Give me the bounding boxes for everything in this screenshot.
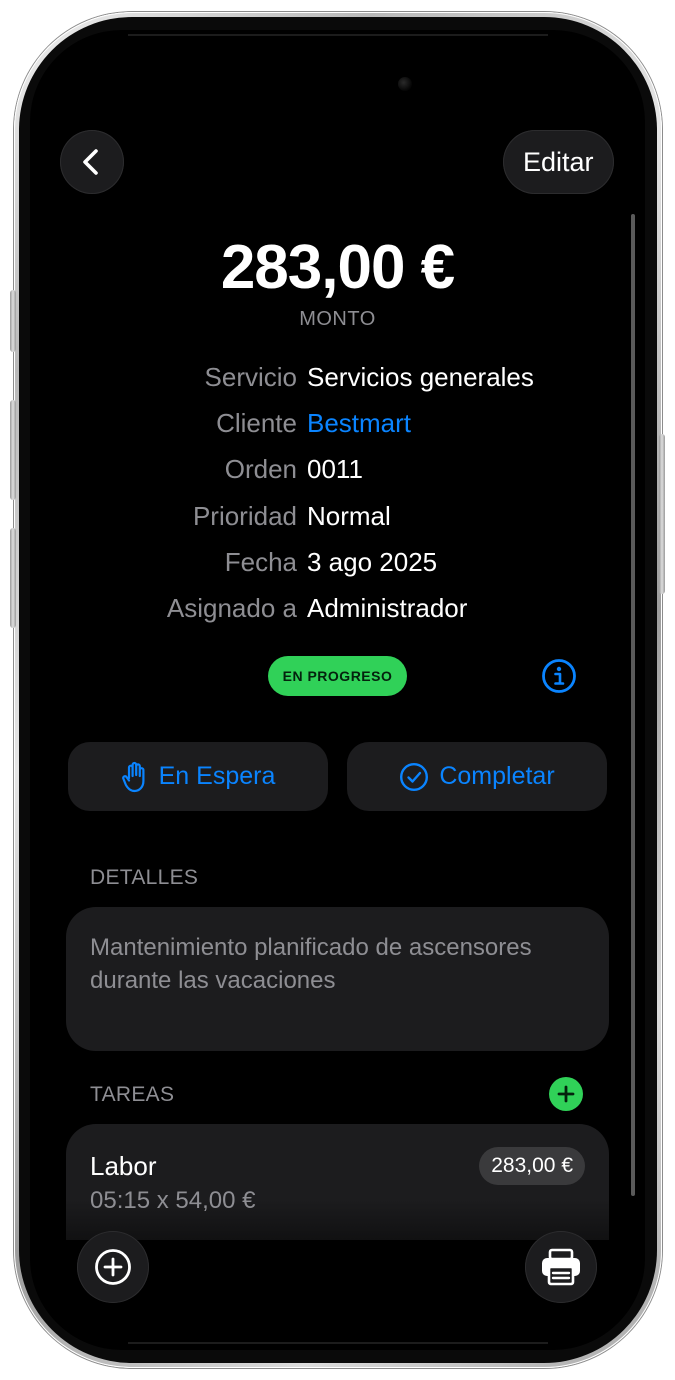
details-card[interactable]: Mantenimiento planificado de ascensores … bbox=[66, 907, 609, 1051]
info-key: Asignado a bbox=[166, 593, 297, 623]
info-value: Servicios generales bbox=[307, 362, 534, 392]
printer-icon bbox=[542, 1248, 580, 1286]
info-row-date: Fecha 3 ago 2025 bbox=[0, 547, 675, 587]
print-button[interactable] bbox=[525, 1231, 597, 1303]
add-floating-button[interactable] bbox=[77, 1231, 149, 1303]
info-row-client: Cliente Bestmart bbox=[0, 408, 675, 448]
plus-icon bbox=[557, 1085, 575, 1103]
amount-label: MONTO bbox=[299, 308, 376, 330]
screen-top-edge bbox=[128, 34, 548, 36]
task-price-badge: 283,00 € bbox=[479, 1147, 585, 1185]
plus-circle-icon bbox=[95, 1249, 131, 1285]
info-value: Administrador bbox=[307, 593, 468, 623]
back-button[interactable] bbox=[60, 130, 124, 194]
details-section-label: DETALLES bbox=[90, 866, 199, 889]
info-key: Fecha bbox=[224, 547, 297, 577]
chevron-left-icon bbox=[83, 149, 98, 175]
on-hold-label: En Espera bbox=[158, 762, 276, 790]
info-key: Prioridad bbox=[192, 501, 297, 531]
complete-label: Completar bbox=[439, 762, 555, 790]
amount-value: 283,00 € bbox=[220, 233, 455, 302]
info-row-priority: Prioridad Normal bbox=[0, 501, 675, 541]
front-camera bbox=[398, 77, 412, 91]
add-task-button[interactable] bbox=[549, 1077, 583, 1111]
info-key: Servicio bbox=[204, 362, 297, 392]
info-row-assigned: Asignado a Administrador bbox=[0, 593, 675, 633]
info-value: Normal bbox=[307, 501, 391, 531]
info-value: 3 ago 2025 bbox=[307, 547, 438, 577]
edit-button[interactable]: Editar bbox=[503, 130, 614, 194]
complete-button[interactable]: Completar bbox=[347, 742, 607, 811]
checkmark-circle-icon bbox=[400, 762, 429, 791]
on-hold-button[interactable]: En Espera bbox=[68, 742, 328, 811]
hand-icon bbox=[121, 761, 145, 792]
status-badge[interactable]: EN PROGRESO bbox=[268, 656, 407, 696]
info-value: 0011 bbox=[307, 454, 363, 484]
tasks-section-label: TAREAS bbox=[90, 1083, 175, 1106]
task-subtitle: 05:15 x 54,00 € bbox=[90, 1187, 256, 1214]
info-icon[interactable] bbox=[541, 658, 577, 694]
info-row-service: Servicio Servicios generales bbox=[0, 362, 675, 402]
info-key: Cliente bbox=[216, 408, 297, 438]
info-key: Orden bbox=[224, 454, 297, 484]
task-title: Labor bbox=[90, 1151, 157, 1181]
client-link[interactable]: Bestmart bbox=[307, 408, 411, 439]
screen-bottom-edge bbox=[128, 1342, 548, 1344]
details-text: Mantenimiento planificado de ascensores … bbox=[90, 934, 532, 994]
task-row[interactable]: Labor 05:15 x 54,00 € 283,00 € bbox=[66, 1124, 609, 1240]
info-row-order: Orden 0011 bbox=[0, 454, 675, 494]
